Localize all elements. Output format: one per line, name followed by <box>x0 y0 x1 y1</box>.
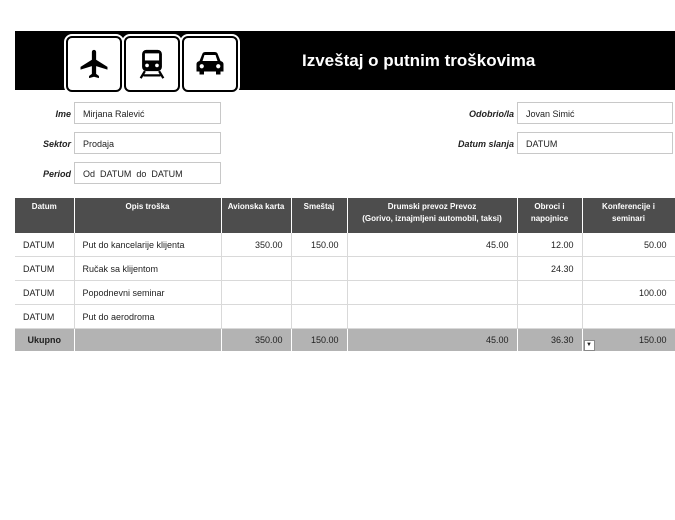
table-row: DATUM Put do aerodroma <box>15 304 675 329</box>
col-header-ground-transport[interactable]: Drumski prevoz Prevoz (Gorivo, iznajmlje… <box>347 198 518 233</box>
cell-airfare[interactable] <box>221 256 292 281</box>
table-row: DATUM Ručak sa klijentom 24.30 <box>15 256 675 281</box>
col-header-meals[interactable]: Obroci i napojnice <box>517 198 583 233</box>
col-header-lodging[interactable]: Smeštaj <box>291 198 348 233</box>
total-airfare[interactable]: 350.00 <box>221 328 292 351</box>
report-title: Izveštaj o putnim troškovima <box>302 51 536 70</box>
sent-date-field[interactable]: DATUM <box>517 132 673 154</box>
total-row: Ukupno 350.00 150.00 45.00 36.30 ▼ 150.0… <box>15 328 675 351</box>
name-label: Ime <box>55 109 71 119</box>
total-conferences: 150.00 <box>638 335 667 345</box>
col-header-conf-line1: Konferencije i <box>602 202 655 211</box>
cell-ground[interactable] <box>347 280 518 305</box>
cell-airfare[interactable] <box>221 280 292 305</box>
cell-lodging[interactable]: 150.00 <box>291 233 348 257</box>
approved-label: Odobrio/la <box>469 109 514 119</box>
col-header-ground-line1: Drumski prevoz Prevoz <box>387 202 477 211</box>
cell-conferences[interactable]: 100.00 <box>582 280 675 305</box>
col-header-meals-line2: napojnice <box>530 214 569 223</box>
cell-ground[interactable] <box>347 304 518 329</box>
cell-lodging[interactable] <box>291 280 348 305</box>
report-header-banner: Izveštaj o putnim troškovima <box>15 31 675 92</box>
cell-date[interactable]: DATUM <box>15 233 75 257</box>
sector-label: Sektor <box>42 139 71 149</box>
total-label: Ukupno <box>15 328 75 351</box>
cell-meals[interactable] <box>517 280 583 305</box>
cell-ground[interactable] <box>347 256 518 281</box>
table-header-row: Datum Opis troška Avionska karta Smeštaj… <box>15 198 675 233</box>
expense-table: Datum Opis troška Avionska karta Smeštaj… <box>15 198 675 351</box>
cell-airfare[interactable] <box>221 304 292 329</box>
table-row: DATUM Popodnevni seminar 100.00 <box>15 280 675 305</box>
cell-date[interactable]: DATUM <box>15 256 75 281</box>
period-field[interactable]: Od DATUM do DATUM <box>74 162 221 184</box>
cell-description[interactable]: Put do aerodroma <box>74 304 222 329</box>
car-icon-box <box>182 36 238 92</box>
cell-lodging[interactable] <box>291 256 348 281</box>
total-ground[interactable]: 45.00 <box>347 328 518 351</box>
col-header-ground-line2: (Gorivo, iznajmljeni automobil, taksi) <box>362 214 502 223</box>
airplane-icon <box>80 49 108 79</box>
col-header-conf-line2: seminari <box>612 214 645 223</box>
sent-date-label: Datum slanja <box>457 139 514 149</box>
airplane-icon-box <box>66 36 122 92</box>
table-row: DATUM Put do kancelarije klijenta 350.00… <box>15 233 675 257</box>
col-header-meals-line1: Obroci i <box>534 202 565 211</box>
approved-field[interactable]: Jovan Simić <box>517 102 673 124</box>
cell-date[interactable]: DATUM <box>15 280 75 305</box>
cell-meals[interactable] <box>517 304 583 329</box>
train-icon <box>139 49 165 79</box>
col-header-date[interactable]: Datum <box>15 198 75 233</box>
cell-conferences[interactable] <box>582 304 675 329</box>
cell-conferences[interactable]: 50.00 <box>582 233 675 257</box>
col-header-airfare[interactable]: Avionska karta <box>221 198 292 233</box>
total-meals: 36.30 <box>550 335 574 345</box>
cell-description[interactable]: Ručak sa klijentom <box>74 256 222 281</box>
cell-conferences[interactable] <box>582 256 675 281</box>
filter-dropdown-icon[interactable]: ▼ <box>583 340 595 351</box>
sector-field[interactable]: Prodaja <box>74 132 221 154</box>
cell-lodging[interactable] <box>291 304 348 329</box>
total-meals-cell[interactable]: 36.30 <box>517 328 583 351</box>
train-icon-box <box>124 36 180 92</box>
cell-meals[interactable]: 24.30 <box>517 256 583 281</box>
cell-description[interactable]: Put do kancelarije klijenta <box>74 233 222 257</box>
period-label: Period <box>42 169 71 179</box>
col-header-description[interactable]: Opis troška <box>74 198 222 233</box>
name-field[interactable]: Mirjana Ralević <box>74 102 221 124</box>
total-description-cell <box>74 328 222 351</box>
cell-date[interactable]: DATUM <box>15 304 75 329</box>
cell-ground[interactable]: 45.00 <box>347 233 518 257</box>
total-conferences-cell[interactable]: ▼ 150.00 <box>582 328 675 351</box>
cell-airfare[interactable]: 350.00 <box>221 233 292 257</box>
col-header-conferences[interactable]: Konferencije i seminari <box>582 198 675 233</box>
total-lodging[interactable]: 150.00 <box>291 328 348 351</box>
cell-description[interactable]: Popodnevni seminar <box>74 280 222 305</box>
car-icon <box>196 52 224 75</box>
cell-meals[interactable]: 12.00 <box>517 233 583 257</box>
